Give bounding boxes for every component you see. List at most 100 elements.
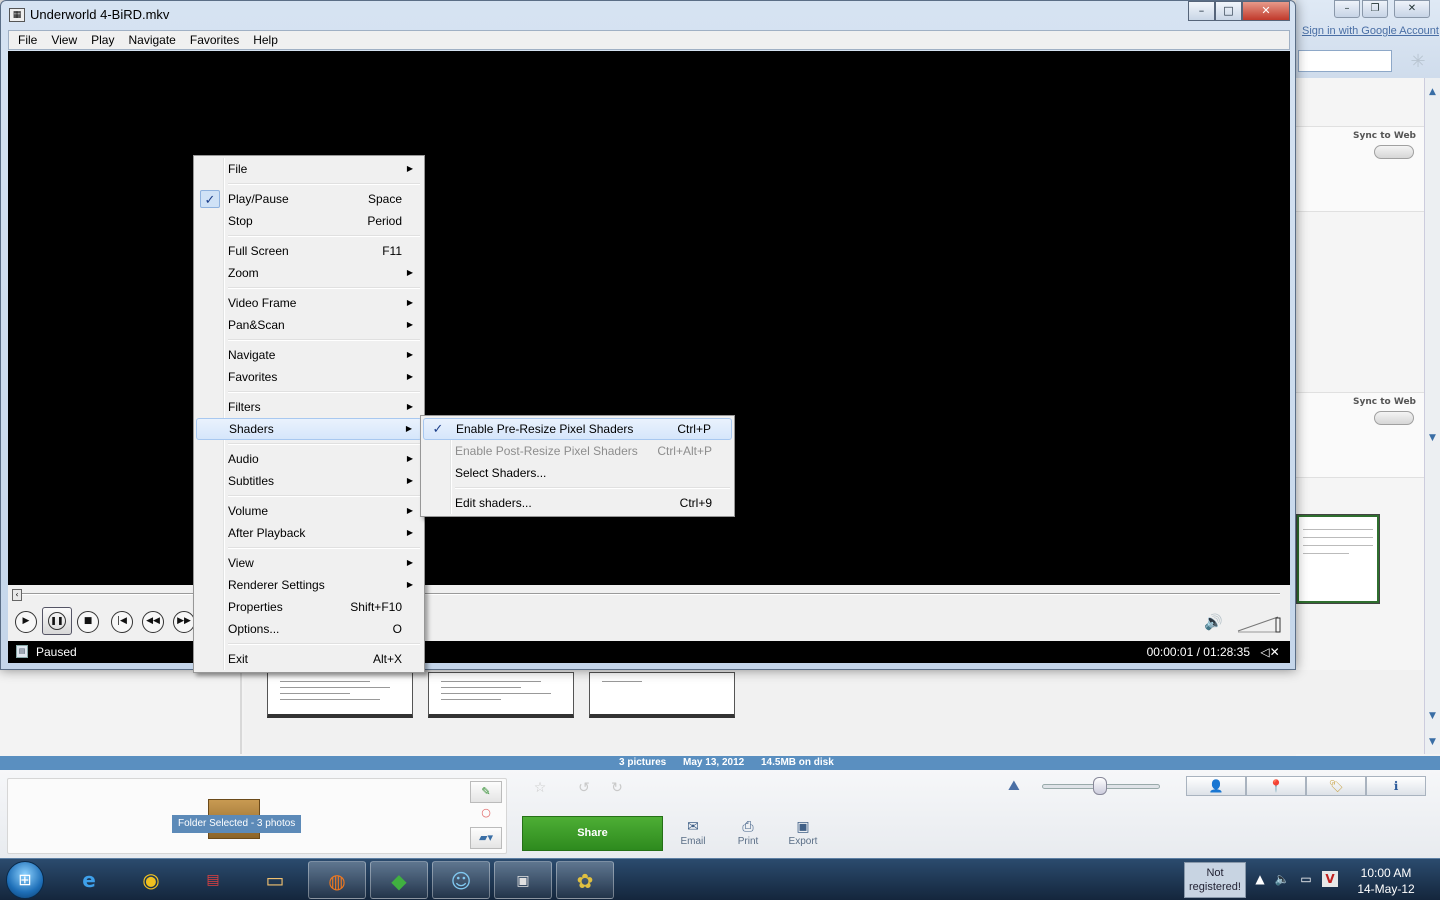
menu-file[interactable]: File: [11, 31, 44, 49]
rotate-right-icon[interactable]: ↻: [603, 778, 631, 798]
start-button-icon[interactable]: ⊞: [6, 861, 44, 899]
bg-search-input[interactable]: [1298, 50, 1392, 72]
status-file-icon: ▤: [16, 645, 28, 658]
not-registered-notice[interactable]: Not registered!: [1184, 862, 1246, 898]
hold-icon[interactable]: ✎: [470, 781, 502, 803]
system-clock[interactable]: 10:00 AM 14-May-12: [1346, 865, 1426, 897]
file-explorer-icon[interactable]: ▭: [246, 861, 304, 899]
scroll-down-icon[interactable]: ▼: [1425, 708, 1440, 724]
star-icon[interactable]: ☆: [526, 778, 554, 798]
zoom-slider-handle[interactable]: [1093, 777, 1107, 795]
rotate-left-icon[interactable]: ↺: [570, 778, 598, 798]
network-tray-icon[interactable]: ▭: [1298, 871, 1314, 887]
menu-item-play-pause[interactable]: ✓ Play/Pause Space: [196, 188, 422, 210]
firefox-icon[interactable]: ◍: [308, 861, 366, 899]
shader-item-edit-shaders[interactable]: Edit shaders... Ctrl+9: [423, 492, 732, 514]
menu-item-subtitles[interactable]: Subtitles ▶: [196, 470, 422, 492]
clear-icon[interactable]: ○: [470, 803, 502, 825]
menu-separator: [196, 336, 422, 344]
bg-close-button[interactable]: ✕: [1394, 0, 1430, 18]
menu-help[interactable]: Help: [246, 31, 285, 49]
play-icon[interactable]: ▶: [15, 611, 37, 633]
menu-view[interactable]: View: [44, 31, 84, 49]
menu-item-view[interactable]: View ▶: [196, 552, 422, 574]
close-button[interactable]: ✕: [1242, 1, 1290, 21]
people-icon[interactable]: 👤: [1186, 776, 1246, 796]
menu-item-renderer-settings[interactable]: Renderer Settings ▶: [196, 574, 422, 596]
volume-tray-icon[interactable]: 🔈: [1274, 871, 1290, 887]
menu-item-file[interactable]: File ▶: [196, 158, 422, 180]
photo-thumbnail[interactable]: [1296, 514, 1380, 604]
email-icon: ✉: [687, 818, 699, 834]
chat-icon[interactable]: ☺: [432, 861, 490, 899]
rewind-icon[interactable]: ◀◀: [142, 611, 164, 633]
speaker-icon[interactable]: 🔊: [1204, 613, 1226, 631]
scroll-down-icon[interactable]: ▼: [1425, 734, 1440, 750]
shader-item-enable-pre-resize-pixel-shaders[interactable]: ✓ Enable Pre-Resize Pixel Shaders Ctrl+P: [423, 418, 732, 440]
picasa-upload-icon[interactable]: ◆: [370, 861, 428, 899]
skip-back-icon[interactable]: |◀: [111, 611, 133, 633]
submenu-arrow-icon: ▶: [406, 476, 413, 485]
tags-icon[interactable]: 🏷: [1306, 776, 1366, 796]
antivirus-tray-icon[interactable]: V: [1322, 871, 1338, 887]
menu-item-shortcut: F11: [382, 244, 402, 258]
menu-item-favorites[interactable]: Favorites ▶: [196, 366, 422, 388]
chrome-icon[interactable]: ◉: [122, 861, 180, 899]
menu-item-shaders[interactable]: Shaders ▶: [196, 418, 422, 440]
email-button[interactable]: ✉ Email: [673, 816, 713, 847]
photo-thumbnail[interactable]: [267, 672, 413, 718]
sync-toggle[interactable]: [1374, 145, 1414, 159]
menu-item-after-playback[interactable]: After Playback ▶: [196, 522, 422, 544]
media-player-icon[interactable]: ▣: [494, 861, 552, 899]
volume-slider[interactable]: [1236, 615, 1282, 633]
menu-item-label: Properties: [228, 600, 283, 614]
scroll-down-icon[interactable]: ▼: [1425, 430, 1440, 446]
menu-navigate[interactable]: Navigate: [121, 31, 182, 49]
add-to-album-icon[interactable]: ▰▾: [470, 827, 502, 849]
menu-favorites[interactable]: Favorites: [183, 31, 246, 49]
app-launcher-icon[interactable]: ▤: [184, 861, 242, 899]
menu-item-pan-scan[interactable]: Pan&Scan ▶: [196, 314, 422, 336]
bg-minimize-button[interactable]: –: [1334, 0, 1360, 18]
title-bar[interactable]: ▦ Underworld 4-BiRD.mkv – □ ✕: [1, 1, 1295, 29]
menu-separator: [196, 544, 422, 552]
shader-item-select-shaders[interactable]: Select Shaders...: [423, 462, 732, 484]
export-button[interactable]: ▣ Export: [783, 816, 823, 847]
info-icon[interactable]: ℹ: [1366, 776, 1426, 796]
menu-item-volume[interactable]: Volume ▶: [196, 500, 422, 522]
pause-icon[interactable]: ❚❚: [42, 607, 72, 635]
menu-item-stop[interactable]: Stop Period: [196, 210, 422, 232]
seek-handle[interactable]: ‹: [12, 589, 22, 601]
sign-in-link[interactable]: Sign in with Google Account: [1302, 25, 1439, 37]
menu-item-shortcut: Space: [367, 192, 402, 206]
maximize-button[interactable]: □: [1215, 1, 1242, 21]
show-hidden-icons-icon[interactable]: ▲: [1252, 871, 1268, 887]
minimize-button[interactable]: –: [1188, 1, 1215, 21]
folder-date: May 13, 2012: [683, 757, 745, 768]
menu-item-zoom[interactable]: Zoom ▶: [196, 262, 422, 284]
scroll-up-icon[interactable]: ▲: [1425, 84, 1440, 100]
menu-item-audio[interactable]: Audio ▶: [196, 448, 422, 470]
menu-item-exit[interactable]: Exit Alt+X: [196, 648, 422, 670]
bg-restore-button[interactable]: ❐: [1362, 0, 1388, 18]
fast-forward-icon[interactable]: ▶▶: [173, 611, 195, 633]
menu-item-properties[interactable]: Properties Shift+F10: [196, 596, 422, 618]
menu-item-video-frame[interactable]: Video Frame ▶: [196, 292, 422, 314]
photo-thumbnail[interactable]: [428, 672, 574, 718]
menu-play[interactable]: Play: [84, 31, 121, 49]
menu-item-navigate[interactable]: Navigate ▶: [196, 344, 422, 366]
bg-scrollbar[interactable]: ▲ ▼ ▼ ▼: [1424, 78, 1440, 754]
picasa-icon[interactable]: ✿: [556, 861, 614, 899]
menu-item-options[interactable]: Options... O: [196, 618, 422, 640]
stop-icon[interactable]: ■: [77, 611, 99, 633]
sync-toggle[interactable]: [1374, 411, 1414, 425]
menu-item-full-screen[interactable]: Full Screen F11: [196, 240, 422, 262]
menu-item-label: Shaders: [229, 422, 274, 436]
speaker-mute-icon: ◁✕: [1260, 645, 1280, 659]
print-button[interactable]: ⎙ Print: [728, 816, 768, 847]
share-button[interactable]: Share: [522, 816, 663, 851]
internet-explorer-icon[interactable]: e: [60, 861, 118, 899]
photo-thumbnail[interactable]: [589, 672, 735, 718]
menu-item-filters[interactable]: Filters ▶: [196, 396, 422, 418]
places-icon[interactable]: 📍: [1246, 776, 1306, 796]
